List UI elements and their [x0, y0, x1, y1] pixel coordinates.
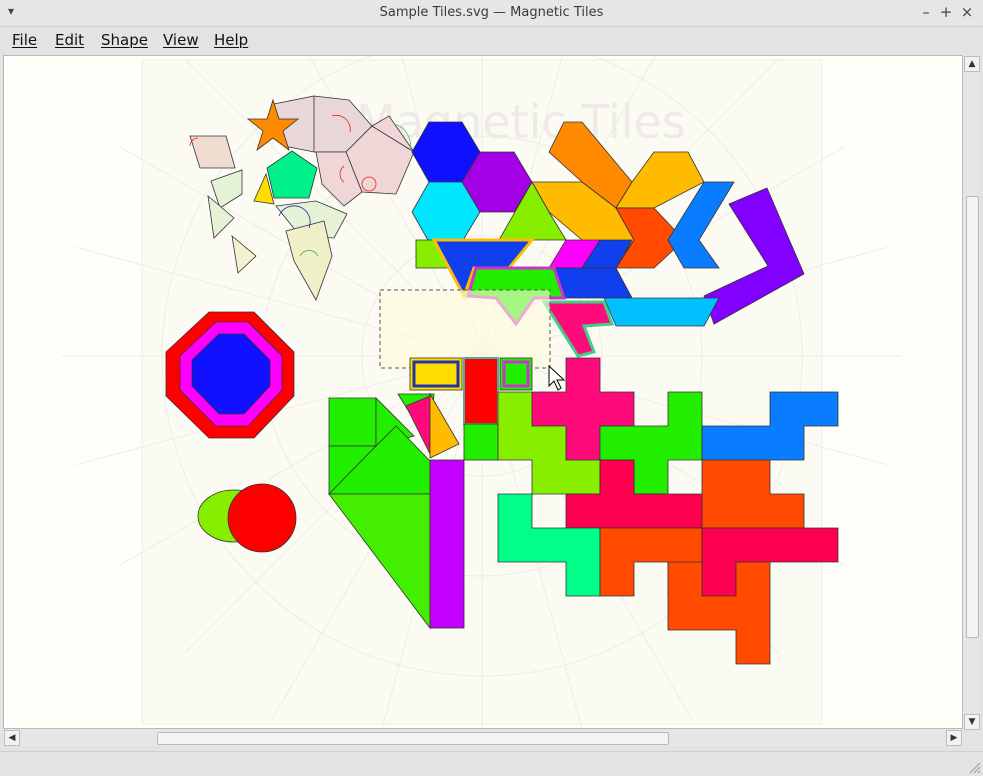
- minimize-button[interactable]: –: [916, 3, 936, 21]
- scroll-down-button[interactable]: ▼: [964, 714, 980, 730]
- scroll-up-button[interactable]: ▲: [964, 56, 980, 72]
- menu-edit[interactable]: Edit: [55, 31, 84, 49]
- title-bar: ▾ Sample Tiles.svg — Magnetic Tiles – + …: [0, 0, 983, 27]
- vertical-scrollbar-thumb[interactable]: [966, 196, 979, 638]
- close-button[interactable]: ×: [957, 3, 977, 21]
- menu-view[interactable]: View: [163, 31, 199, 49]
- menu-shape[interactable]: Shape: [101, 31, 148, 49]
- horizontal-scrollbar-thumb[interactable]: [157, 732, 669, 745]
- drawing-canvas[interactable]: Magnetic Tiles: [3, 55, 963, 729]
- resize-grip-icon[interactable]: [967, 760, 981, 774]
- menu-help[interactable]: Help: [214, 31, 248, 49]
- selection-rectangle[interactable]: [379, 289, 551, 369]
- status-bar: [0, 751, 983, 776]
- menu-bar: File Edit Shape View Help: [0, 27, 983, 53]
- scroll-right-button[interactable]: ▶: [946, 730, 962, 746]
- tile-canvas[interactable]: Magnetic Tiles: [4, 56, 962, 728]
- menu-file[interactable]: File: [12, 31, 37, 49]
- maximize-button[interactable]: +: [936, 3, 956, 21]
- scroll-left-button[interactable]: ◀: [4, 730, 20, 746]
- window-title: Sample Tiles.svg — Magnetic Tiles: [379, 5, 604, 20]
